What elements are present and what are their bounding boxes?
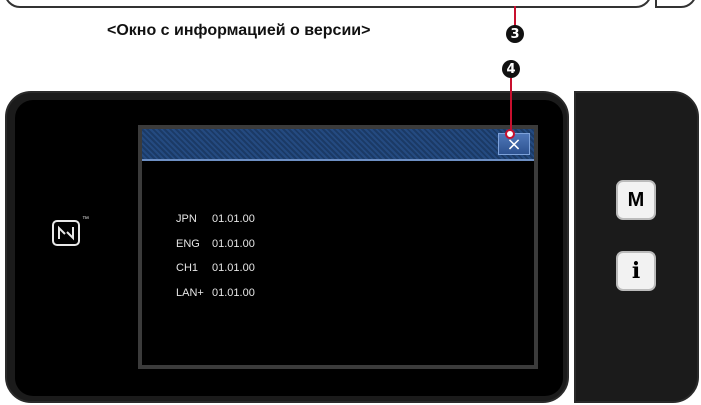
version-row: CH1 01.01.00 <box>176 256 255 281</box>
callout-badge-4: 4 <box>502 60 520 78</box>
callout-marker <box>505 129 515 139</box>
version-name: JPN <box>176 213 197 226</box>
version-name: LAN+ <box>176 286 204 299</box>
callout-line-close <box>510 78 512 133</box>
mode-button[interactable]: M <box>616 180 656 220</box>
figure-caption: <Окно с информацией о версии> <box>107 22 371 39</box>
top-side-frame <box>655 0 697 8</box>
dialog-header: × <box>142 129 534 161</box>
version-row: LAN+ 01.01.00 <box>176 281 255 306</box>
version-list: JPN 01.01.00 ENG 01.01.00 CH1 01.01.00 L… <box>176 207 255 305</box>
version-value: 01.01.00 <box>212 262 255 275</box>
version-row: ENG 01.01.00 <box>176 232 255 257</box>
version-name: ENG <box>176 237 200 250</box>
version-value: 01.01.00 <box>212 286 255 299</box>
version-value: 01.01.00 <box>212 237 255 250</box>
info-button[interactable]: i <box>616 251 656 291</box>
nfc-icon <box>52 220 80 246</box>
top-panel-frame <box>4 0 652 8</box>
nfc-trademark: ™ <box>82 216 89 223</box>
version-row: JPN 01.01.00 <box>176 207 255 232</box>
callout-badge-3: 3 <box>506 25 524 43</box>
device-side-panel <box>574 91 699 403</box>
version-dialog: × JPN 01.01.00 ENG 01.01.00 CH1 01.01.00… <box>138 125 538 369</box>
version-name: CH1 <box>176 262 199 275</box>
version-value: 01.01.00 <box>212 213 255 226</box>
